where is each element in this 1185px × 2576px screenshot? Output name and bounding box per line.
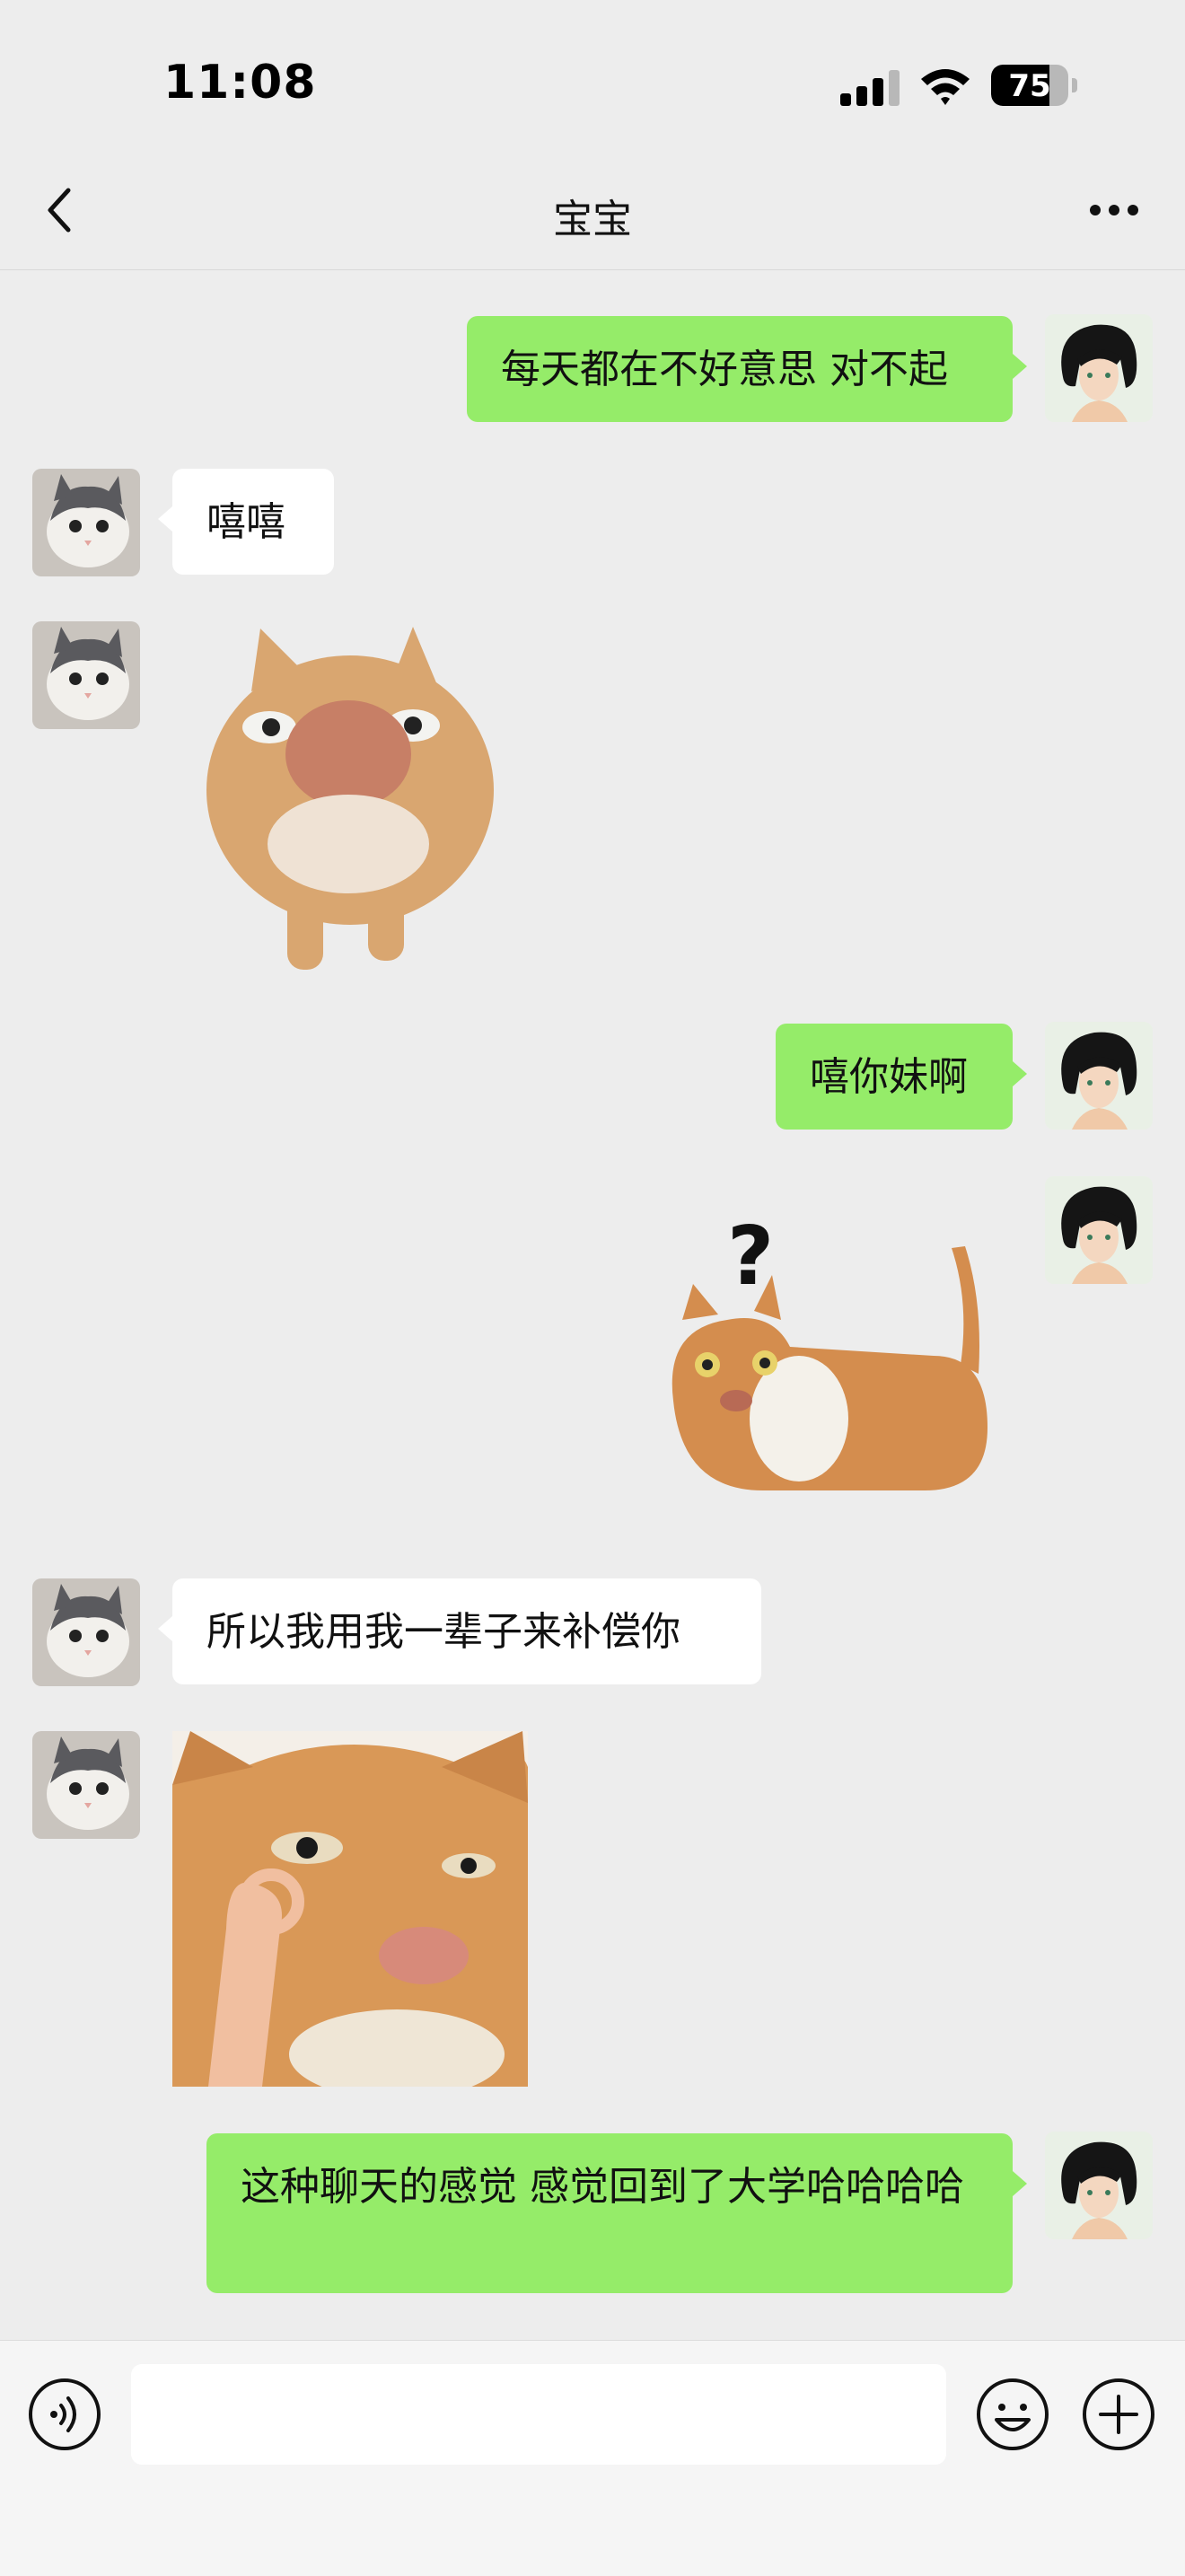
avatar-self[interactable] xyxy=(1045,314,1153,422)
message-text: 嘻你妹啊 xyxy=(810,1054,968,1100)
message-bubble[interactable]: 嘻你妹啊 xyxy=(776,1024,1027,1130)
message-bubble[interactable]: 所以我用我一辈子来补偿你 xyxy=(158,1578,761,1684)
avatar-self[interactable] xyxy=(1045,1022,1153,1130)
input-bar xyxy=(0,2340,1185,2576)
cat-ok-hand-image[interactable] xyxy=(172,1731,528,2087)
avatar-contact[interactable] xyxy=(32,469,140,576)
message-bubble[interactable]: 这种聊天的感觉 感觉回到了大学哈哈哈哈 xyxy=(206,2133,1027,2293)
message-bubble[interactable]: 每天都在不好意思 对不起 xyxy=(467,316,1027,422)
signal-icon xyxy=(840,70,900,106)
message-input[interactable] xyxy=(131,2364,946,2465)
chat-header: 宝宝 xyxy=(0,153,1185,270)
voice-icon[interactable] xyxy=(27,2377,102,2452)
chat-title: 宝宝 xyxy=(553,197,632,242)
more-icon[interactable] xyxy=(1083,183,1146,237)
avatar-contact[interactable] xyxy=(32,1731,140,1839)
avatar-self[interactable] xyxy=(1045,2132,1153,2239)
battery-indicator: 75 xyxy=(991,65,1077,106)
message-text: 嘻嘻 xyxy=(206,499,285,545)
message-text: 所以我用我一辈子来补偿你 xyxy=(206,1609,680,1655)
plus-icon[interactable] xyxy=(1081,2377,1156,2452)
battery-percent: 75 xyxy=(1008,68,1051,104)
cat-sticker-question[interactable]: ? xyxy=(655,1221,1014,1535)
status-time: 11:08 xyxy=(163,56,317,110)
emoji-icon[interactable] xyxy=(975,2377,1050,2452)
message-text: 每天都在不好意思 对不起 xyxy=(501,347,948,392)
message-bubble[interactable]: 嘻嘻 xyxy=(158,469,334,575)
status-bar: 11:08 75 xyxy=(0,0,1185,153)
cat-sticker-closeup[interactable] xyxy=(198,620,503,979)
avatar-contact[interactable] xyxy=(32,1578,140,1686)
avatar-contact[interactable] xyxy=(32,621,140,729)
wifi-icon xyxy=(921,69,970,105)
message-text: 这种聊天的感觉 感觉回到了大学哈哈哈哈 xyxy=(241,2164,964,2210)
avatar-self[interactable] xyxy=(1045,1176,1153,1284)
